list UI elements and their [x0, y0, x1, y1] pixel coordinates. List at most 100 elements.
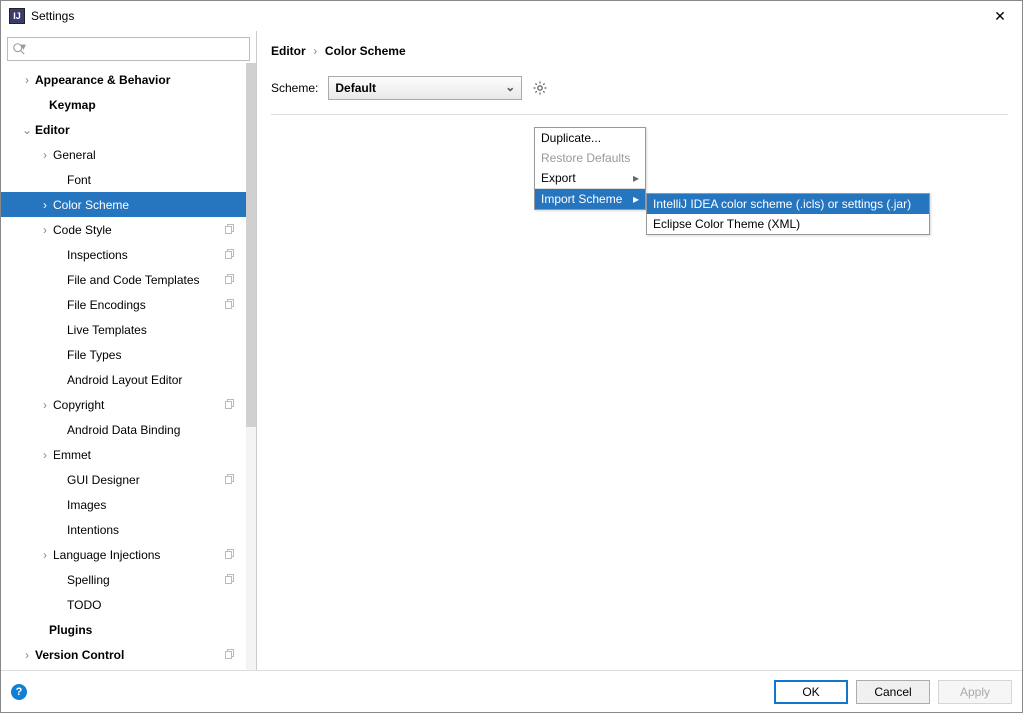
tree-arrow-icon: ⌄: [21, 123, 33, 137]
breadcrumb-sep: ›: [313, 44, 317, 58]
tree-arrow-icon: ›: [39, 448, 51, 462]
close-icon[interactable]: ✕: [986, 8, 1014, 25]
tree-item-android-layout-editor[interactable]: Android Layout Editor: [1, 367, 246, 392]
tree-label: Android Data Binding: [67, 423, 180, 437]
tree-label: Color Scheme: [53, 198, 129, 212]
scheme-label: Scheme:: [271, 81, 318, 95]
import-scheme-submenu[interactable]: IntelliJ IDEA color scheme (.icls) or se…: [646, 193, 930, 235]
settings-tree[interactable]: ›Appearance & BehaviorKeymap⌄Editor›Gene…: [1, 67, 256, 670]
breadcrumb-b: Color Scheme: [325, 44, 406, 58]
cancel-button[interactable]: Cancel: [856, 680, 930, 704]
menu-item-import-scheme[interactable]: Import Scheme: [535, 189, 645, 209]
copy-icon: [224, 273, 236, 285]
tree-arrow-icon: ›: [39, 548, 51, 562]
search-icon: ▾: [12, 42, 26, 56]
copy-icon: [224, 298, 236, 310]
tree-label: Images: [67, 498, 106, 512]
tree-item-keymap[interactable]: Keymap: [1, 92, 246, 117]
copy-icon: [224, 648, 236, 660]
copy-icon: [224, 223, 236, 235]
divider: [271, 114, 1008, 115]
chevron-down-icon: ⌄: [505, 80, 515, 94]
tree-item-file-types[interactable]: File Types: [1, 342, 246, 367]
tree-item-gui-designer[interactable]: GUI Designer: [1, 467, 246, 492]
tree-arrow-icon: ›: [39, 223, 51, 237]
tree-item-language-injections[interactable]: ›Language Injections: [1, 542, 246, 567]
scheme-value: Default: [335, 81, 376, 95]
scrollbar-thumb[interactable]: [246, 63, 256, 427]
tree-item-color-scheme[interactable]: ›Color Scheme: [1, 192, 246, 217]
menu-item-restore-defaults: Restore Defaults: [535, 148, 645, 168]
copy-icon: [224, 398, 236, 410]
gear-menu[interactable]: Duplicate...Restore DefaultsExportImport…: [534, 127, 646, 210]
tree-label: Appearance & Behavior: [35, 73, 170, 87]
copy-icon: [224, 548, 236, 560]
search-wrap: ▾: [1, 37, 256, 67]
submenu-item[interactable]: Eclipse Color Theme (XML): [647, 214, 929, 234]
copy-icon: [224, 248, 236, 260]
tree-scrollbar[interactable]: [246, 63, 256, 670]
tree-arrow-icon: ›: [39, 398, 51, 412]
titlebar: IJ Settings ✕: [1, 1, 1022, 31]
tree-item-file-and-code-templates[interactable]: File and Code Templates: [1, 267, 246, 292]
main-area: ▾ ›Appearance & BehaviorKeymap⌄Editor›Ge…: [1, 31, 1022, 670]
menu-item-export[interactable]: Export: [535, 168, 645, 188]
breadcrumb-a: Editor: [271, 44, 306, 58]
window-title: Settings: [31, 9, 986, 23]
tree-item-android-data-binding[interactable]: Android Data Binding: [1, 417, 246, 442]
copy-icon: [224, 573, 236, 585]
tree-item-plugins[interactable]: Plugins: [1, 617, 246, 642]
scheme-select[interactable]: Default ⌄: [328, 76, 522, 100]
tree-item-emmet[interactable]: ›Emmet: [1, 442, 246, 467]
tree-label: File Encodings: [67, 298, 146, 312]
app-icon: IJ: [9, 8, 25, 24]
tree-label: Spelling: [67, 573, 110, 587]
tree-item-appearance-behavior[interactable]: ›Appearance & Behavior: [1, 67, 246, 92]
tree-item-font[interactable]: Font: [1, 167, 246, 192]
submenu-item[interactable]: IntelliJ IDEA color scheme (.icls) or se…: [647, 194, 929, 214]
scheme-row: Scheme: Default ⌄: [271, 76, 1008, 100]
tree-item-todo[interactable]: TODO: [1, 592, 246, 617]
tree-arrow-icon: ›: [21, 648, 33, 662]
svg-text:▾: ▾: [21, 42, 26, 53]
gear-icon[interactable]: [532, 80, 548, 96]
search-input[interactable]: ▾: [7, 37, 250, 61]
tree-item-general[interactable]: ›General: [1, 142, 246, 167]
tree-label: Language Injections: [53, 548, 160, 562]
breadcrumb: Editor › Color Scheme: [271, 43, 1008, 58]
tree-arrow-icon: ›: [39, 148, 51, 162]
left-column: ▾ ›Appearance & BehaviorKeymap⌄Editor›Ge…: [1, 31, 257, 670]
menu-item-duplicate-[interactable]: Duplicate...: [535, 128, 645, 148]
footer: ? OK Cancel Apply: [1, 670, 1022, 712]
apply-button[interactable]: Apply: [938, 680, 1012, 704]
tree-label: General: [53, 148, 96, 162]
tree-label: Plugins: [49, 623, 92, 637]
tree-label: Editor: [35, 123, 70, 137]
tree-item-intentions[interactable]: Intentions: [1, 517, 246, 542]
tree-item-spelling[interactable]: Spelling: [1, 567, 246, 592]
tree-label: GUI Designer: [67, 473, 140, 487]
tree-label: Emmet: [53, 448, 91, 462]
tree-label: Live Templates: [67, 323, 147, 337]
tree-label: Version Control: [35, 648, 124, 662]
tree-item-live-templates[interactable]: Live Templates: [1, 317, 246, 342]
tree-item-version-control[interactable]: ›Version Control: [1, 642, 246, 667]
tree-item-copyright[interactable]: ›Copyright: [1, 392, 246, 417]
tree-item-file-encodings[interactable]: File Encodings: [1, 292, 246, 317]
tree-arrow-icon: ›: [39, 198, 51, 212]
tree-label: Copyright: [53, 398, 104, 412]
tree-label: TODO: [67, 598, 101, 612]
tree-item-editor[interactable]: ⌄Editor: [1, 117, 246, 142]
tree-label: Intentions: [67, 523, 119, 537]
tree-item-code-style[interactable]: ›Code Style: [1, 217, 246, 242]
tree-label: Keymap: [49, 98, 96, 112]
tree-item-images[interactable]: Images: [1, 492, 246, 517]
tree-item-inspections[interactable]: Inspections: [1, 242, 246, 267]
tree-label: File and Code Templates: [67, 273, 200, 287]
ok-button[interactable]: OK: [774, 680, 848, 704]
tree-label: Android Layout Editor: [67, 373, 182, 387]
help-icon[interactable]: ?: [11, 684, 27, 700]
tree-label: Inspections: [67, 248, 128, 262]
copy-icon: [224, 473, 236, 485]
tree-label: File Types: [67, 348, 121, 362]
